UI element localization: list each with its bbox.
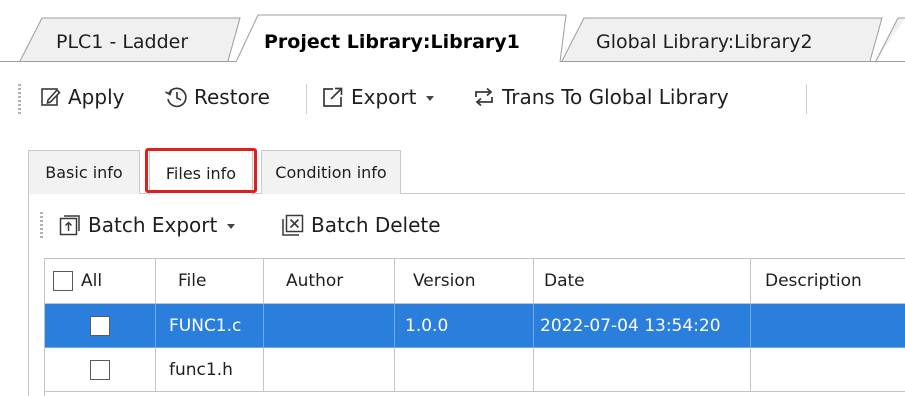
- description-cell[interactable]: [751, 348, 905, 392]
- tab-project-library[interactable]: Project Library:Library1: [264, 31, 520, 53]
- chevron-down-icon: [227, 223, 236, 229]
- restore-button[interactable]: Restore: [164, 82, 270, 112]
- tab-condition-info[interactable]: Condition info: [261, 150, 401, 194]
- author-cell[interactable]: [264, 348, 395, 392]
- batch-export-label: Batch Export: [88, 213, 218, 237]
- apply-label: Apply: [68, 85, 125, 109]
- column-all-label: All: [81, 271, 103, 291]
- column-header-author[interactable]: Author: [264, 259, 395, 304]
- tab-global-library[interactable]: Global Library:Library2: [596, 31, 813, 53]
- version-cell[interactable]: [395, 348, 534, 392]
- batch-export-icon: [59, 215, 80, 236]
- toolbar-grip[interactable]: [18, 84, 21, 114]
- date-cell[interactable]: 2022-07-04 13:54:20: [534, 304, 751, 348]
- export-button[interactable]: Export: [321, 82, 435, 112]
- toolbar-separator: [306, 84, 307, 114]
- version-cell[interactable]: 1.0.0: [395, 304, 534, 348]
- export-label: Export: [351, 85, 417, 109]
- files-info-highlight: [145, 148, 257, 193]
- column-header-date[interactable]: Date: [534, 259, 751, 304]
- table-row[interactable]: func1.h: [45, 348, 905, 392]
- batch-delete-icon: [282, 214, 304, 236]
- row-checkbox[interactable]: [90, 315, 110, 336]
- column-header-description[interactable]: Description: [751, 259, 905, 304]
- restore-label: Restore: [194, 85, 270, 109]
- date-cell[interactable]: [534, 348, 751, 392]
- chevron-down-icon: [426, 95, 435, 101]
- export-icon: [323, 87, 343, 107]
- author-cell[interactable]: [264, 304, 395, 348]
- description-cell[interactable]: [751, 304, 905, 348]
- tab-basic-info[interactable]: Basic info: [28, 150, 140, 194]
- select-all-checkbox[interactable]: [53, 271, 73, 291]
- column-header-file[interactable]: File: [156, 259, 264, 304]
- batch-export-button[interactable]: Batch Export: [58, 211, 236, 239]
- file-toolbar-grip[interactable]: [40, 212, 43, 238]
- trans-label: Trans To Global Library: [502, 85, 729, 109]
- row-checkbox-cell[interactable]: [45, 304, 156, 348]
- row-checkbox[interactable]: [90, 359, 110, 380]
- table-row[interactable]: FUNC1.c 1.0.0 2022-07-04 13:54:20: [45, 304, 905, 348]
- apply-button[interactable]: Apply: [40, 82, 124, 112]
- transfer-icon: [475, 87, 493, 107]
- file-cell[interactable]: func1.h: [156, 348, 264, 392]
- trans-to-global-button[interactable]: Trans To Global Library: [472, 82, 729, 112]
- file-cell[interactable]: FUNC1.c: [156, 304, 264, 348]
- column-header-all[interactable]: All: [45, 259, 156, 304]
- toolbar-separator-end: [806, 84, 807, 114]
- edit-icon: [41, 88, 61, 106]
- batch-delete-label: Batch Delete: [311, 213, 441, 237]
- row-checkbox-cell[interactable]: [45, 348, 156, 392]
- files-table: All File Author Version Date Description…: [44, 258, 905, 396]
- batch-delete-button[interactable]: Batch Delete: [281, 211, 441, 239]
- tab-plc1-ladder[interactable]: PLC1 - Ladder: [56, 31, 188, 53]
- restore-icon: [165, 87, 187, 108]
- column-header-version[interactable]: Version: [395, 259, 534, 304]
